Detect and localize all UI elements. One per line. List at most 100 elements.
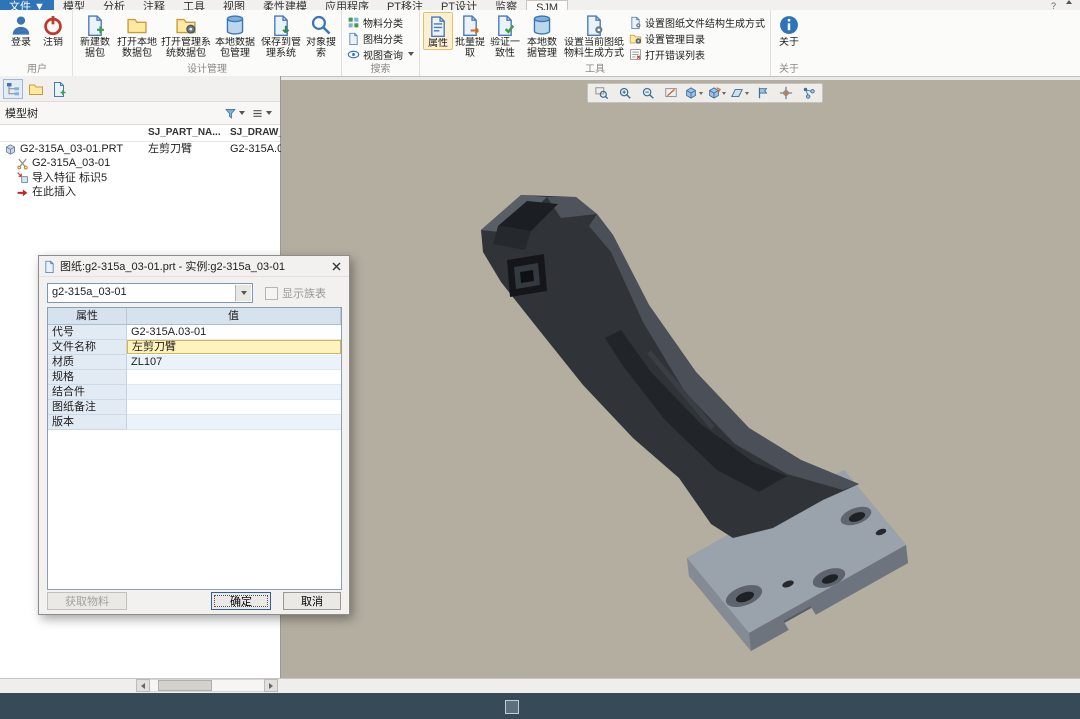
dialog-title: 图纸:g2-315a_03-01.prt - 实例:g2-315a_03-01 bbox=[60, 258, 285, 274]
set-structure-mode-button[interactable]: 设置图纸文件结构生成方式 bbox=[627, 15, 767, 29]
tree-node-label: 在此插入 bbox=[32, 183, 76, 199]
property-value[interactable] bbox=[127, 370, 341, 385]
get-material-button[interactable]: 获取物料 bbox=[47, 592, 127, 610]
model-tree-title: 模型树 bbox=[5, 105, 38, 121]
3d-viewport[interactable] bbox=[281, 80, 1080, 679]
object-search-button[interactable]: 对象搜索 bbox=[304, 12, 338, 59]
property-value[interactable] bbox=[127, 415, 341, 430]
drawing-category-label: 图档分类 bbox=[363, 31, 403, 46]
folder-gear-icon bbox=[175, 14, 197, 36]
tree-row-insert-here[interactable]: 在此插入 bbox=[0, 184, 280, 198]
verify-consistency-label: 验证一致性 bbox=[487, 37, 523, 59]
batch-extract-label: 批量提取 bbox=[453, 37, 487, 59]
property-value[interactable]: ZL107 bbox=[127, 355, 341, 370]
grid-icon bbox=[347, 16, 360, 29]
local-package-manager-button[interactable]: 本地数据包管理 bbox=[212, 12, 258, 59]
about-button[interactable]: 关于 bbox=[774, 12, 804, 48]
saved-orientations-button[interactable] bbox=[706, 86, 727, 101]
property-value[interactable] bbox=[127, 400, 341, 415]
property-value[interactable] bbox=[127, 385, 341, 400]
header-property: 属性 bbox=[48, 308, 127, 324]
tree-row-feature[interactable]: G2-315A_03-01 bbox=[0, 156, 280, 170]
database-icon bbox=[224, 14, 246, 36]
part-icon bbox=[4, 143, 17, 156]
scroll-right-button[interactable] bbox=[264, 679, 278, 692]
3d-model-left-shear-arm bbox=[281, 80, 1080, 679]
refit-button[interactable] bbox=[591, 86, 612, 101]
view-query-button[interactable]: 视图查询 bbox=[345, 47, 416, 61]
open-error-list-button[interactable]: 打开错误列表 bbox=[627, 47, 767, 61]
verify-consistency-button[interactable]: 验证一致性 bbox=[487, 12, 523, 59]
scroll-left-button[interactable] bbox=[136, 679, 150, 692]
datum-display-button[interactable] bbox=[729, 86, 750, 101]
material-category-button[interactable]: 物料分类 bbox=[345, 15, 416, 29]
logout-button[interactable]: 注销 bbox=[37, 12, 69, 48]
table-row[interactable]: 图纸备注 bbox=[48, 400, 341, 415]
open-local-package-button[interactable]: 打开本地数据包 bbox=[114, 12, 160, 59]
column-header-part-name[interactable]: SJ_PART_NA... bbox=[148, 127, 221, 138]
combobox-arrow[interactable] bbox=[235, 285, 251, 301]
user-icon bbox=[10, 14, 32, 36]
show-family-table-label: 显示族表 bbox=[282, 285, 326, 301]
table-row[interactable]: 结合件 bbox=[48, 385, 341, 400]
favorites-button[interactable] bbox=[49, 79, 69, 99]
scissors-icon bbox=[16, 157, 29, 170]
repaint-button[interactable] bbox=[660, 86, 681, 101]
local-data-manager-button[interactable]: 本地数据管理 bbox=[523, 12, 561, 59]
drawing-category-button[interactable]: 图档分类 bbox=[345, 31, 416, 45]
properties-icon bbox=[427, 15, 449, 37]
zoom-in-button[interactable] bbox=[614, 86, 635, 101]
component-graph-button[interactable] bbox=[798, 86, 819, 101]
get-material-label: 获取物料 bbox=[65, 593, 109, 609]
table-row[interactable]: 材质 ZL107 bbox=[48, 355, 341, 370]
scrollbar-track[interactable] bbox=[150, 679, 264, 692]
tree-settings-button[interactable] bbox=[248, 104, 275, 122]
new-package-button[interactable]: 新建数据包 bbox=[76, 12, 114, 59]
table-row[interactable]: 规格 bbox=[48, 370, 341, 385]
tree-row-import-feature[interactable]: 导入特征 标识5 bbox=[0, 170, 280, 184]
dialog-titlebar[interactable]: 图纸:g2-315a_03-01.prt - 实例:g2-315a_03-01 bbox=[39, 256, 349, 277]
new-document-icon bbox=[84, 14, 106, 36]
ok-button[interactable]: 确定 bbox=[211, 592, 271, 610]
tree-filter-button[interactable] bbox=[221, 104, 248, 122]
batch-extract-button[interactable]: 批量提取 bbox=[453, 12, 487, 59]
annotation-flag-icon bbox=[756, 86, 770, 100]
save-to-system-button[interactable]: 保存到管理系统 bbox=[258, 12, 304, 59]
table-row[interactable]: 文件名称 左剪刀臂 bbox=[48, 340, 341, 355]
property-name: 版本 bbox=[48, 415, 127, 430]
property-name: 规格 bbox=[48, 370, 127, 385]
tree-node-label: G2-315A_03-01.PRT bbox=[20, 143, 123, 155]
scrollbar-thumb[interactable] bbox=[158, 680, 212, 691]
datum-plane-icon bbox=[730, 86, 744, 100]
graph-nodes-icon bbox=[802, 86, 816, 100]
properties-button[interactable]: 属性 bbox=[423, 12, 453, 50]
property-value[interactable]: G2-315A.03-01 bbox=[127, 325, 341, 340]
dialog-close-button[interactable] bbox=[327, 258, 345, 274]
collapse-ribbon-icon[interactable] bbox=[1066, 0, 1072, 4]
show-family-table-checkbox[interactable]: 显示族表 bbox=[265, 285, 326, 301]
login-button[interactable]: 登录 bbox=[5, 12, 37, 48]
cancel-button[interactable]: 取消 bbox=[283, 592, 341, 610]
zoom-out-button[interactable] bbox=[637, 86, 658, 101]
properties-table: 属性 值 代号 G2-315A.03-01 文件名称 左剪刀臂 材质 ZL107… bbox=[47, 307, 342, 590]
display-style-button[interactable] bbox=[683, 86, 704, 101]
checkbox-box bbox=[265, 287, 278, 300]
set-manage-directory-button[interactable]: 设置管理目录 bbox=[627, 31, 767, 45]
instance-combobox[interactable]: g2-315a_03-01 bbox=[47, 283, 253, 303]
local-data-manager-label: 本地数据管理 bbox=[523, 37, 561, 59]
ribbon-group-user: 登录 注销 用户 bbox=[2, 10, 73, 76]
application-window: 文件 ▼ 模型 分析 注释 工具 视图 柔性建模 应用程序 PT移注 PT设计 … bbox=[0, 0, 1080, 719]
set-current-material-mode-button[interactable]: 设置当前图纸物料生成方式 bbox=[561, 12, 627, 59]
spin-center-button[interactable] bbox=[775, 86, 796, 101]
open-system-package-button[interactable]: 打开管理系统数据包 bbox=[160, 12, 212, 59]
model-tree-toggle-button[interactable] bbox=[3, 79, 23, 99]
tree-column-headers: SJ_PART_NA... SJ_DRAW_NO bbox=[0, 125, 280, 142]
tree-row-part[interactable]: G2-315A_03-01.PRT 左剪刀臂 G2-315A.03-01 bbox=[0, 142, 280, 156]
display-style-icon bbox=[684, 86, 698, 100]
annotation-display-button[interactable] bbox=[752, 86, 773, 101]
folder-browser-button[interactable] bbox=[26, 79, 46, 99]
tree-horizontal-scrollbar[interactable] bbox=[136, 680, 278, 691]
property-value-selected[interactable]: 左剪刀臂 bbox=[127, 340, 341, 354]
table-row[interactable]: 代号 G2-315A.03-01 bbox=[48, 325, 341, 340]
table-row[interactable]: 版本 bbox=[48, 415, 341, 430]
